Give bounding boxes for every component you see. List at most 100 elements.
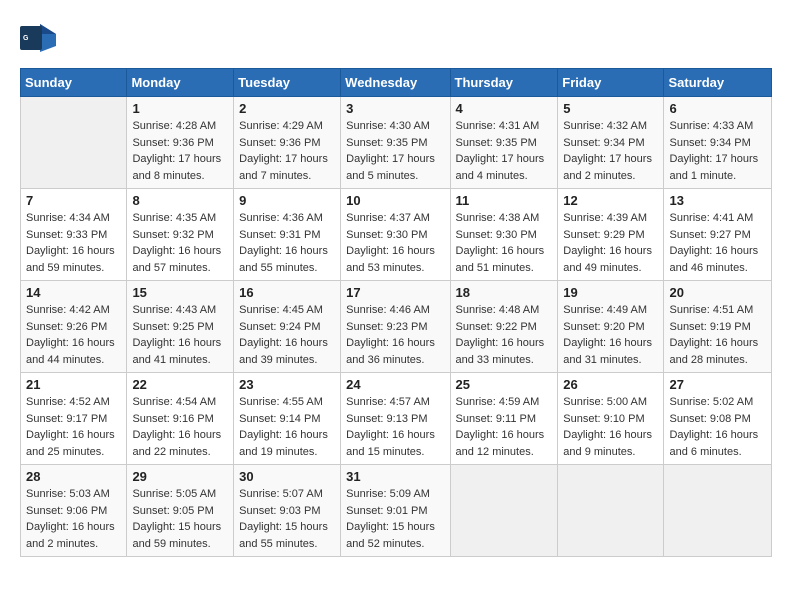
day-number: 17 — [346, 285, 444, 300]
calendar-cell: 29 Sunrise: 5:05 AM Sunset: 9:05 PM Dayli… — [127, 465, 234, 557]
day-number: 6 — [669, 101, 766, 116]
day-number: 28 — [26, 469, 121, 484]
calendar-cell: 8Sunrise: 4:35 AM Sunset: 9:32 PM Daylig… — [127, 189, 234, 281]
day-number: 13 — [669, 193, 766, 208]
calendar-cell: 2 Sunrise: 4:29 AM Sunset: 9:36 PM Daylig… — [234, 97, 341, 189]
header-thursday: Thursday — [450, 69, 558, 97]
calendar-week-4: 28 Sunrise: 5:03 AM Sunset: 9:06 PM Dayli… — [21, 465, 772, 557]
day-info: Sunrise: 4:29 AM Sunset: 9:36 PM Dayligh… — [239, 118, 335, 184]
calendar-cell: 11 Sunrise: 4:38 AM Sunset: 9:30 PM Dayli… — [450, 189, 558, 281]
day-number: 30 — [239, 469, 335, 484]
day-info: Sunrise: 4:51 AM Sunset: 9:19 PM Dayligh… — [669, 302, 766, 368]
calendar-cell: 27Sunrise: 5:02 AM Sunset: 9:08 PM Dayli… — [664, 373, 772, 465]
day-number: 9 — [239, 193, 335, 208]
logo: G — [20, 20, 56, 52]
calendar-cell: 19 Sunrise: 4:49 AM Sunset: 9:20 PM Dayli… — [558, 281, 664, 373]
calendar-cell: 12 Sunrise: 4:39 AM Sunset: 9:29 PM Dayli… — [558, 189, 664, 281]
calendar-cell: 16 Sunrise: 4:45 AM Sunset: 9:24 PM Dayli… — [234, 281, 341, 373]
calendar-cell: 13 Sunrise: 4:41 AM Sunset: 9:27 PM Dayli… — [664, 189, 772, 281]
calendar-cell: 21 Sunrise: 4:52 AM Sunset: 9:17 PM Dayli… — [21, 373, 127, 465]
calendar-week-2: 14Sunrise: 4:42 AM Sunset: 9:26 PM Dayli… — [21, 281, 772, 373]
day-number: 31 — [346, 469, 444, 484]
calendar-cell: 22Sunrise: 4:54 AM Sunset: 9:16 PM Dayli… — [127, 373, 234, 465]
calendar-cell: 6Sunrise: 4:33 AM Sunset: 9:34 PM Daylig… — [664, 97, 772, 189]
calendar-cell: 14Sunrise: 4:42 AM Sunset: 9:26 PM Dayli… — [21, 281, 127, 373]
calendar-cell: 20 Sunrise: 4:51 AM Sunset: 9:19 PM Dayli… — [664, 281, 772, 373]
day-info: Sunrise: 4:55 AM Sunset: 9:14 PM Dayligh… — [239, 394, 335, 460]
calendar-cell: 30Sunrise: 5:07 AM Sunset: 9:03 PM Dayli… — [234, 465, 341, 557]
day-info: Sunrise: 4:45 AM Sunset: 9:24 PM Dayligh… — [239, 302, 335, 368]
day-info: Sunrise: 5:03 AM Sunset: 9:06 PM Dayligh… — [26, 486, 121, 552]
calendar-cell — [558, 465, 664, 557]
day-info: Sunrise: 4:46 AM Sunset: 9:23 PM Dayligh… — [346, 302, 444, 368]
calendar-cell: 4 Sunrise: 4:31 AM Sunset: 9:35 PM Daylig… — [450, 97, 558, 189]
calendar-cell: 25Sunrise: 4:59 AM Sunset: 9:11 PM Dayli… — [450, 373, 558, 465]
header-saturday: Saturday — [664, 69, 772, 97]
day-info: Sunrise: 4:52 AM Sunset: 9:17 PM Dayligh… — [26, 394, 121, 460]
page-header: G — [20, 20, 772, 52]
calendar-cell: 3 Sunrise: 4:30 AM Sunset: 9:35 PM Daylig… — [341, 97, 450, 189]
calendar-cell — [21, 97, 127, 189]
day-info: Sunrise: 4:37 AM Sunset: 9:30 PM Dayligh… — [346, 210, 444, 276]
calendar-table: SundayMondayTuesdayWednesdayThursdayFrid… — [20, 68, 772, 557]
day-number: 4 — [456, 101, 553, 116]
day-number: 11 — [456, 193, 553, 208]
day-number: 18 — [456, 285, 553, 300]
day-info: Sunrise: 4:49 AM Sunset: 9:20 PM Dayligh… — [563, 302, 658, 368]
day-info: Sunrise: 4:48 AM Sunset: 9:22 PM Dayligh… — [456, 302, 553, 368]
calendar-cell: 1Sunrise: 4:28 AM Sunset: 9:36 PM Daylig… — [127, 97, 234, 189]
day-info: Sunrise: 4:42 AM Sunset: 9:26 PM Dayligh… — [26, 302, 121, 368]
day-number: 5 — [563, 101, 658, 116]
header-tuesday: Tuesday — [234, 69, 341, 97]
day-number: 16 — [239, 285, 335, 300]
day-number: 21 — [26, 377, 121, 392]
day-info: Sunrise: 4:31 AM Sunset: 9:35 PM Dayligh… — [456, 118, 553, 184]
calendar-cell: 23 Sunrise: 4:55 AM Sunset: 9:14 PM Dayli… — [234, 373, 341, 465]
day-info: Sunrise: 4:43 AM Sunset: 9:25 PM Dayligh… — [132, 302, 228, 368]
day-number: 23 — [239, 377, 335, 392]
day-number: 19 — [563, 285, 658, 300]
header-monday: Monday — [127, 69, 234, 97]
day-number: 25 — [456, 377, 553, 392]
day-info: Sunrise: 4:34 AM Sunset: 9:33 PM Dayligh… — [26, 210, 121, 276]
day-info: Sunrise: 4:30 AM Sunset: 9:35 PM Dayligh… — [346, 118, 444, 184]
calendar-week-0: 1Sunrise: 4:28 AM Sunset: 9:36 PM Daylig… — [21, 97, 772, 189]
day-info: Sunrise: 4:32 AM Sunset: 9:34 PM Dayligh… — [563, 118, 658, 184]
day-number: 12 — [563, 193, 658, 208]
calendar-cell: 28 Sunrise: 5:03 AM Sunset: 9:06 PM Dayli… — [21, 465, 127, 557]
day-info: Sunrise: 4:57 AM Sunset: 9:13 PM Dayligh… — [346, 394, 444, 460]
header-friday: Friday — [558, 69, 664, 97]
calendar-cell: 15 Sunrise: 4:43 AM Sunset: 9:25 PM Dayli… — [127, 281, 234, 373]
day-number: 27 — [669, 377, 766, 392]
calendar-cell: 31 Sunrise: 5:09 AM Sunset: 9:01 PM Dayli… — [341, 465, 450, 557]
day-info: Sunrise: 4:38 AM Sunset: 9:30 PM Dayligh… — [456, 210, 553, 276]
calendar-cell: 7 Sunrise: 4:34 AM Sunset: 9:33 PM Daylig… — [21, 189, 127, 281]
calendar-week-1: 7 Sunrise: 4:34 AM Sunset: 9:33 PM Daylig… — [21, 189, 772, 281]
calendar-cell: 5 Sunrise: 4:32 AM Sunset: 9:34 PM Daylig… — [558, 97, 664, 189]
day-info: Sunrise: 4:28 AM Sunset: 9:36 PM Dayligh… — [132, 118, 228, 184]
day-number: 26 — [563, 377, 658, 392]
day-info: Sunrise: 4:41 AM Sunset: 9:27 PM Dayligh… — [669, 210, 766, 276]
day-number: 7 — [26, 193, 121, 208]
day-number: 24 — [346, 377, 444, 392]
calendar-header-row: SundayMondayTuesdayWednesdayThursdayFrid… — [21, 69, 772, 97]
day-number: 20 — [669, 285, 766, 300]
header-sunday: Sunday — [21, 69, 127, 97]
day-number: 2 — [239, 101, 335, 116]
day-number: 22 — [132, 377, 228, 392]
header-wednesday: Wednesday — [341, 69, 450, 97]
calendar-week-3: 21 Sunrise: 4:52 AM Sunset: 9:17 PM Dayli… — [21, 373, 772, 465]
day-info: Sunrise: 4:39 AM Sunset: 9:29 PM Dayligh… — [563, 210, 658, 276]
day-info: Sunrise: 5:09 AM Sunset: 9:01 PM Dayligh… — [346, 486, 444, 552]
calendar-cell: 9 Sunrise: 4:36 AM Sunset: 9:31 PM Daylig… — [234, 189, 341, 281]
calendar-cell — [664, 465, 772, 557]
calendar-cell: 10 Sunrise: 4:37 AM Sunset: 9:30 PM Dayli… — [341, 189, 450, 281]
calendar-cell: 26Sunrise: 5:00 AM Sunset: 9:10 PM Dayli… — [558, 373, 664, 465]
day-info: Sunrise: 5:05 AM Sunset: 9:05 PM Dayligh… — [132, 486, 228, 552]
day-number: 29 — [132, 469, 228, 484]
day-number: 15 — [132, 285, 228, 300]
day-number: 3 — [346, 101, 444, 116]
day-number: 10 — [346, 193, 444, 208]
day-info: Sunrise: 4:35 AM Sunset: 9:32 PM Dayligh… — [132, 210, 228, 276]
day-info: Sunrise: 4:36 AM Sunset: 9:31 PM Dayligh… — [239, 210, 335, 276]
